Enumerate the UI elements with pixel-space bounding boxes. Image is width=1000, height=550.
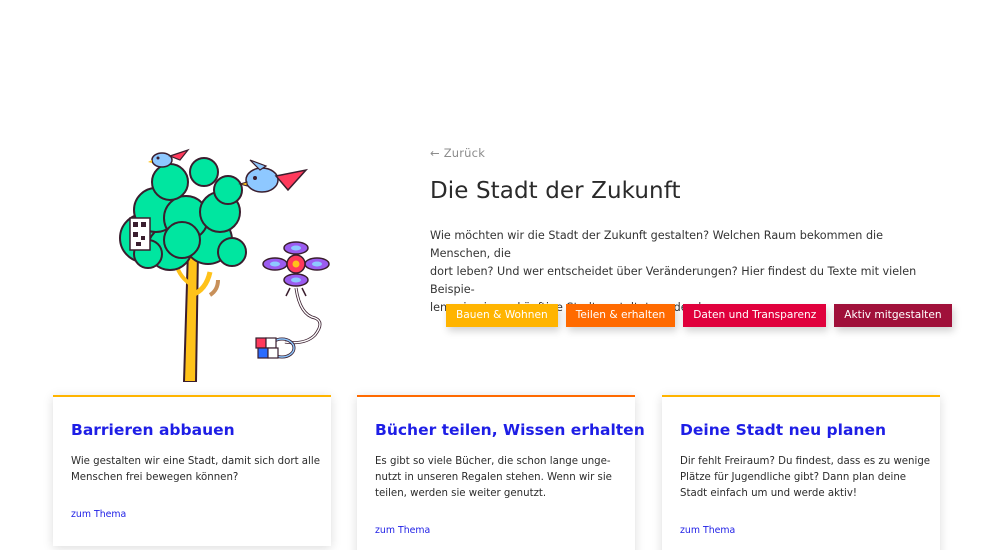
- qr-code-icon: [129, 217, 151, 251]
- cube-icon: [255, 337, 296, 359]
- card-text-line: Es gibt so viele Bücher, die schon lange…: [375, 456, 611, 467]
- topic-card-barrieren[interactable]: Barrieren abbauen Wie gestalten wir eine…: [53, 395, 331, 546]
- bird-icon: [148, 148, 190, 168]
- card-text-line: teilen, werden sie weiter genutzt.: [375, 488, 547, 499]
- card-link[interactable]: zum Thema: [71, 509, 126, 520]
- tag-aktiv-mitgestalten[interactable]: Aktiv mitgestalten: [834, 304, 952, 327]
- card-text-line: Dir fehlt Freiraum? Du findest, dass es …: [680, 456, 931, 467]
- card-text: Dir fehlt Freiraum? Du findest, dass es …: [680, 454, 930, 502]
- topic-tags: Bauen & Wohnen Teilen & erhalten Daten u…: [446, 304, 952, 327]
- intro-line: Wie möchten wir die Stadt der Zukunft ge…: [430, 229, 884, 260]
- back-link[interactable]: ← Zurück: [430, 146, 485, 160]
- tag-daten-transparenz[interactable]: Daten und Transparenz: [683, 304, 827, 327]
- card-text-line: Wie gestalten wir eine Stadt, damit sich…: [71, 456, 320, 467]
- card-link[interactable]: zum Thema: [680, 525, 735, 536]
- card-text-line: nutzt in unseren Regalen stehen. Wenn wi…: [375, 472, 612, 483]
- tree-icon: [119, 157, 247, 382]
- topic-card-stadt-planen[interactable]: Deine Stadt neu planen Dir fehlt Freirau…: [662, 395, 940, 550]
- card-text-line: Menschen frei bewegen können?: [71, 472, 239, 483]
- card-text-line: Stadt einfach um und werde aktiv!: [680, 488, 857, 499]
- intro-line: dort leben? Und wer entscheidet über Ver…: [430, 265, 917, 296]
- card-title[interactable]: Bücher teilen, Wissen erhalten: [375, 421, 645, 439]
- topic-card-buecher[interactable]: Bücher teilen, Wissen erhalten Es gibt s…: [357, 395, 645, 550]
- card-text-line: Plätze für Jugendliche gibt? Dann plan d…: [680, 472, 907, 483]
- page-title: Die Stadt der Zukunft: [430, 178, 681, 204]
- card-link[interactable]: zum Thema: [375, 525, 430, 536]
- drone-icon: [262, 241, 330, 345]
- card-title[interactable]: Barrieren abbauen: [71, 421, 235, 439]
- card-title[interactable]: Deine Stadt neu planen: [680, 421, 886, 439]
- card-text: Es gibt so viele Bücher, die schon lange…: [375, 454, 612, 502]
- card-text: Wie gestalten wir eine Stadt, damit sich…: [71, 454, 320, 486]
- tag-teilen-erhalten[interactable]: Teilen & erhalten: [565, 304, 676, 327]
- bird-icon: [238, 159, 309, 193]
- hero-illustration: [119, 148, 330, 382]
- tag-bauen-wohnen[interactable]: Bauen & Wohnen: [446, 304, 558, 327]
